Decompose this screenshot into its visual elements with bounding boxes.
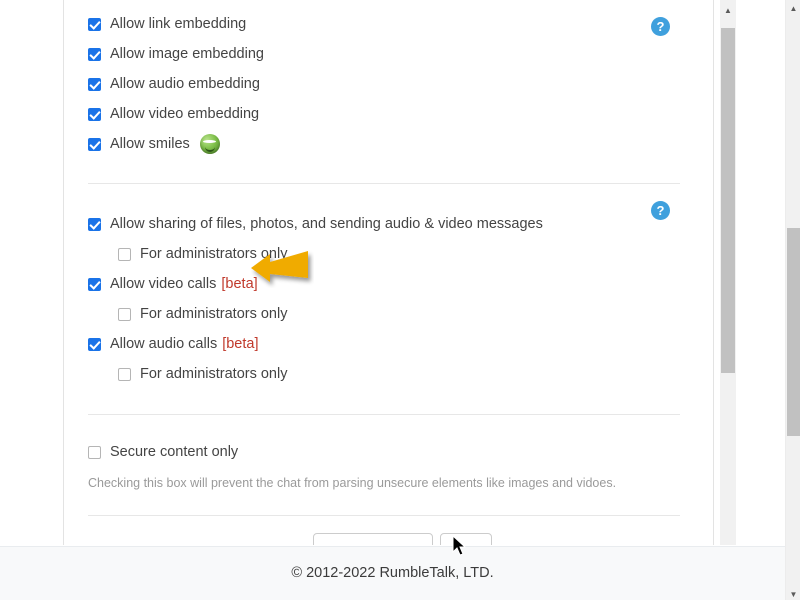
sounds-partial-row: [88, 533, 688, 545]
embedding-option-checkbox[interactable]: [88, 77, 101, 91]
beta-tag: [beta]: [222, 336, 259, 352]
admin-only-row[interactable]: For administrators only: [88, 359, 689, 389]
sharing-option-row[interactable]: Allow video calls [beta]: [88, 269, 689, 299]
admin-only-checkbox[interactable]: [118, 367, 131, 381]
embedding-option-label: Allow image embedding: [110, 45, 264, 62]
embedding-option-row[interactable]: Allow audio embedding: [88, 69, 689, 99]
panel-scrollbar-thumb[interactable]: [721, 28, 735, 373]
embedding-option-row[interactable]: Allow link embedding: [88, 9, 689, 39]
beta-tag: [beta]: [221, 276, 258, 292]
admin-only-row[interactable]: For administrators only: [88, 299, 689, 329]
embedding-option-checkbox[interactable]: [88, 47, 101, 61]
sharing-options-group: Allow sharing of files, photos, and send…: [88, 184, 689, 389]
browser-scrollbar-track[interactable]: ▲ ▼: [785, 0, 800, 600]
divider-3: [88, 514, 680, 516]
embedding-option-label: Allow audio embedding: [110, 75, 260, 92]
footer-copyright: © 2012-2022 RumbleTalk, LTD.: [291, 565, 494, 581]
embedding-option-checkbox[interactable]: [88, 107, 101, 121]
embedding-option-row[interactable]: Allow smiles: [88, 129, 689, 159]
embedding-option-checkbox[interactable]: [88, 137, 101, 151]
admin-only-label: For administrators only: [140, 245, 288, 262]
admin-only-label: For administrators only: [140, 365, 288, 382]
browser-scrollbar-thumb[interactable]: [787, 228, 800, 436]
help-icon-sharing[interactable]: ?: [651, 201, 670, 220]
settings-inner: Allow link embedding Allow image embeddin…: [64, 0, 713, 545]
page-footer: © 2012-2022 RumbleTalk, LTD.: [0, 546, 785, 600]
sharing-option-row[interactable]: Allow sharing of files, photos, and send…: [88, 209, 689, 239]
embedding-option-label: Allow video embedding: [110, 105, 260, 122]
sharing-option-label: Allow sharing of files, photos, and send…: [110, 215, 543, 232]
secure-content-row[interactable]: Secure content only: [88, 437, 689, 467]
secure-content-label: Secure content only: [110, 443, 239, 460]
browser-scrollbar-up-arrow[interactable]: ▲: [786, 0, 800, 14]
embedding-option-row[interactable]: Allow image embedding: [88, 39, 689, 69]
admin-only-checkbox[interactable]: [118, 247, 131, 261]
admin-only-label: For administrators only: [140, 305, 288, 322]
embedding-option-row[interactable]: Allow video embedding: [88, 99, 689, 129]
browser-viewport: Allow link embedding Allow image embeddin…: [0, 0, 800, 600]
settings-page: Allow link embedding Allow image embeddin…: [0, 0, 785, 600]
secure-content-help-text: Checking this box will prevent the chat …: [88, 476, 617, 490]
settings-content-panel: Allow link embedding Allow image embeddin…: [64, 0, 713, 545]
sharing-option-label: Allow video calls: [110, 275, 217, 292]
embedding-option-label: Allow link embedding: [110, 15, 247, 32]
green-smiley-icon: [199, 134, 220, 154]
secure-content-group: Secure content only Checking this box wi…: [88, 415, 689, 493]
admin-only-row[interactable]: For administrators only: [88, 239, 689, 269]
sharing-option-checkbox[interactable]: [88, 337, 101, 351]
panel-scrollbar-up-arrow[interactable]: ▲: [720, 0, 736, 15]
sharing-option-checkbox[interactable]: [88, 217, 101, 231]
admin-only-checkbox[interactable]: [118, 307, 131, 321]
panel-right-border: [713, 0, 714, 545]
sharing-option-checkbox[interactable]: [88, 277, 101, 291]
help-icon-embedding[interactable]: ?: [651, 17, 670, 36]
secure-content-checkbox[interactable]: [88, 445, 101, 459]
embedding-options-group: Allow link embedding Allow image embeddin…: [88, 0, 689, 159]
browser-scrollbar-down-arrow[interactable]: ▼: [786, 586, 800, 600]
embedding-option-label: Allow smiles: [110, 135, 190, 152]
sharing-option-row[interactable]: Allow audio calls [beta]: [88, 329, 689, 359]
sounds-select[interactable]: [313, 533, 433, 545]
embedding-option-checkbox[interactable]: [88, 17, 101, 31]
sharing-option-label: Allow audio calls: [110, 335, 218, 352]
